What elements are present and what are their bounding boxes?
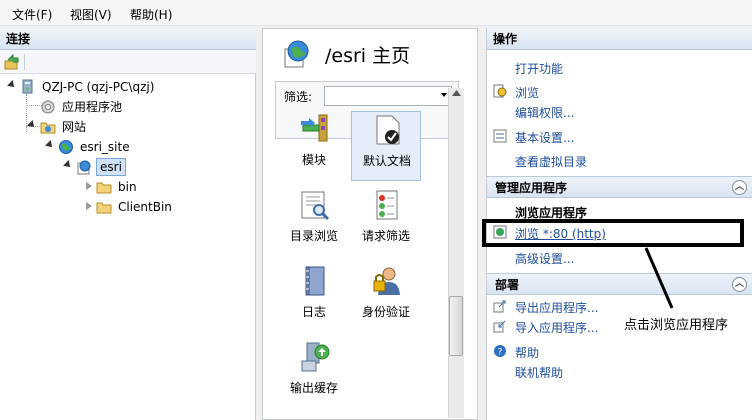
action-basic-settings[interactable]: 基本设置... — [515, 129, 574, 146]
feature-authentication-label: 身份验证 — [361, 305, 410, 319]
globe-icon — [59, 140, 73, 154]
annotation-arrow — [644, 247, 674, 309]
feature-request-filtering-label: 请求筛选 — [361, 229, 410, 243]
sites-folder-icon — [40, 122, 56, 134]
action-online-help[interactable]: 联机帮助 — [515, 364, 563, 381]
connections-toolbar — [0, 50, 256, 74]
feature-default-document-label: 默认文档 — [362, 154, 411, 168]
help-icon: ? — [494, 345, 506, 358]
settings-icon — [493, 129, 507, 143]
web-app-icon — [77, 160, 91, 175]
menu-view[interactable]: 视图(V) — [70, 6, 112, 23]
deploy-section-title: 部署 — [495, 278, 520, 292]
action-export-app[interactable]: 导出应用程序... — [515, 299, 598, 316]
server-icon — [22, 79, 33, 94]
feature-directory-browsing-label: 目录浏览 — [289, 229, 338, 243]
tree-sites-label: 网站 — [62, 120, 87, 134]
tree-server-label: QZJ-PC (qzj-PC\qzj) — [42, 80, 155, 94]
browse-icon — [493, 84, 507, 98]
tree-site-label: esri_site — [80, 140, 130, 154]
directory-browsing-icon — [301, 191, 330, 221]
action-help[interactable]: 帮助 — [515, 344, 539, 361]
filter-label: 筛选: — [284, 90, 313, 104]
app-pool-icon — [41, 100, 55, 114]
annotation-text: 点击浏览应用程序 — [624, 318, 729, 333]
tree-app-pools-label: 应用程序池 — [62, 100, 123, 114]
action-advanced-settings[interactable]: 高级设置... — [515, 250, 574, 267]
manage-app-section-header: 管理应用程序 ︿ — [487, 176, 752, 198]
feature-default-document[interactable]: 默认文档 — [351, 111, 421, 181]
folder-icon — [96, 202, 112, 214]
scroll-up-icon[interactable] — [452, 90, 461, 96]
svg-text:?: ? — [498, 348, 503, 358]
filter-dropdown[interactable] — [324, 86, 452, 106]
feature-logging-label: 日志 — [301, 305, 326, 319]
import-icon — [493, 320, 506, 333]
feature-directory-browsing[interactable]: 目录浏览 — [279, 187, 349, 257]
request-filtering-icon — [376, 190, 398, 220]
scrollbar-thumb[interactable] — [449, 296, 463, 356]
action-view-virtual-dirs[interactable]: 查看虚拟目录 — [515, 153, 587, 170]
menu-help[interactable]: 帮助(H) — [130, 6, 172, 23]
default-document-icon — [376, 115, 400, 145]
export-icon — [493, 300, 506, 313]
action-import-app[interactable]: 导入应用程序... — [515, 319, 598, 336]
feature-authentication[interactable]: 身份验证 — [351, 263, 421, 333]
web-app-icon — [284, 40, 309, 68]
collapse-icon[interactable]: ︿ — [732, 180, 747, 195]
modules-icon — [301, 114, 328, 142]
feature-logging[interactable]: 日志 — [279, 263, 349, 333]
action-browse[interactable]: 浏览 — [515, 84, 539, 101]
actions-header: 操作 — [487, 28, 752, 50]
action-edit-permissions[interactable]: 编辑权限... — [515, 104, 574, 121]
connections-header: 连接 — [0, 28, 256, 50]
connect-icon[interactable] — [4, 54, 20, 70]
menu-file[interactable]: 文件(F) — [12, 6, 52, 23]
logging-icon — [305, 266, 325, 296]
menu-bar: 文件(F) 视图(V) 帮助(H) — [0, 0, 752, 26]
feature-modules-label: 模块 — [301, 153, 326, 167]
authentication-icon — [373, 267, 400, 295]
deploy-section-header: 部署 ︿ — [487, 273, 752, 295]
manage-app-section-title: 管理应用程序 — [495, 181, 568, 195]
feature-modules[interactable]: 模块 — [279, 111, 349, 181]
connections-panel: 连接 QZJ-PC (qzj-PC\qzj) 应用程序池 网站 esri_sit… — [0, 28, 256, 420]
feature-output-caching-label: 输出缓存 — [289, 381, 338, 395]
output-caching-icon — [301, 342, 330, 372]
feature-request-filtering[interactable]: 请求筛选 — [351, 187, 421, 257]
home-panel: /esri 主页 筛选: 模块 默认文档 目录浏览 请求筛选 日志 身份验证 输… — [262, 28, 478, 420]
chevron-down-icon — [441, 93, 447, 97]
collapse-icon[interactable]: ︿ — [732, 277, 747, 292]
annotation-highlight-box — [482, 219, 744, 247]
tree-folder-bin-label: bin — [118, 180, 137, 194]
tree-app-label: esri — [96, 158, 126, 176]
tree-folder-clientbin-label: ClientBin — [118, 200, 172, 214]
feature-output-caching[interactable]: 输出缓存 — [279, 339, 349, 409]
folder-icon — [96, 182, 112, 194]
features-scrollbar[interactable] — [448, 88, 464, 418]
page-title: /esri 主页 — [325, 45, 411, 67]
action-open-feature[interactable]: 打开功能 — [515, 60, 563, 77]
toolbar-divider — [24, 54, 25, 70]
